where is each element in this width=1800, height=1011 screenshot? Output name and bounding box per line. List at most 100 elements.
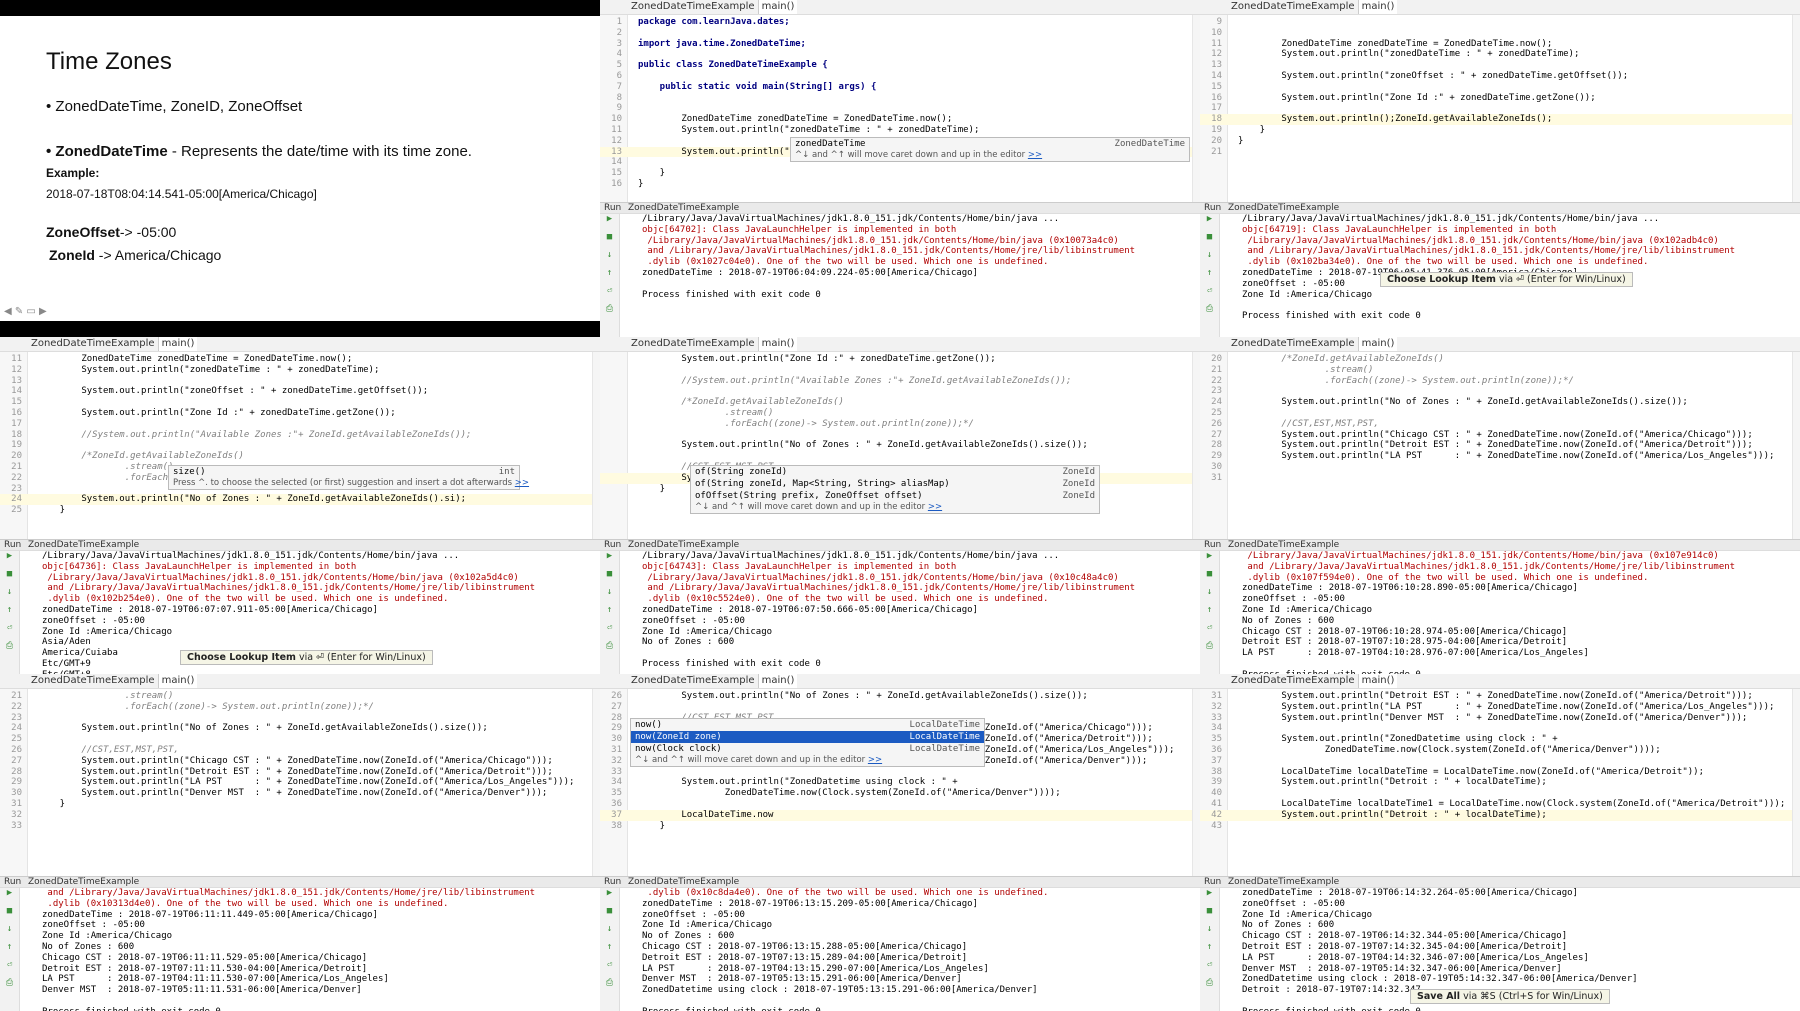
code-line[interactable]: 15 } — [600, 168, 1200, 179]
code-text[interactable]: System.out.println("Zone Id :" + zonedDa… — [1226, 93, 1595, 104]
code-line[interactable]: 31 — [1200, 473, 1800, 484]
code-text[interactable]: System.out.println("No of Zones : " + Zo… — [626, 440, 1087, 451]
code-line[interactable]: 20} — [1200, 136, 1800, 147]
run-action-icon[interactable]: ⏎ — [1200, 286, 1219, 304]
completion-hint-link[interactable]: >> — [1028, 150, 1042, 160]
code-line[interactable]: 27 System.out.println("Chicago CST : " +… — [1200, 430, 1800, 441]
code-line[interactable]: 33 — [600, 767, 1200, 778]
code-line[interactable] — [600, 451, 1200, 462]
editor-scrollbar[interactable] — [1192, 352, 1200, 539]
code-line[interactable]: 19 — [0, 440, 600, 451]
run-action-icon[interactable]: ⎙ — [1200, 641, 1219, 659]
file-tab[interactable]: ZonedDateTimeExample — [28, 674, 158, 688]
code-line[interactable]: 27 — [600, 702, 1200, 713]
code-line[interactable]: 24 System.out.println("No of Zones : " +… — [1200, 397, 1800, 408]
code-line[interactable]: 42 System.out.println("Detroit : " + loc… — [1200, 809, 1800, 821]
code-text[interactable]: } — [26, 799, 65, 810]
code-text[interactable]: System.out.println("Denver MST : " + Zon… — [26, 788, 547, 799]
code-text[interactable]: .forEach((zone)-> System.out.println(zon… — [626, 419, 974, 430]
code-line[interactable]: 18 System.out.println();ZoneId.getAvaila… — [1200, 114, 1800, 125]
run-tab-label[interactable]: Run — [1204, 540, 1228, 551]
run-action-icon[interactable]: ▶ — [600, 214, 619, 232]
code-line[interactable]: 38 LocalDateTime localDateTime = LocalDa… — [1200, 767, 1800, 778]
code-line[interactable]: 14 System.out.println("zoneOffset : " + … — [1200, 71, 1800, 82]
code-text[interactable]: .stream() — [26, 462, 174, 473]
completion-item[interactable]: zonedDateTime ZonedDateTime — [791, 138, 1189, 150]
code-line[interactable]: 2 — [600, 28, 1200, 39]
run-tab-label[interactable]: Run — [1204, 203, 1228, 214]
run-action-icon[interactable]: ■ — [0, 906, 19, 924]
code-line[interactable]: 12 System.out.println("zonedDateTime : "… — [1200, 49, 1800, 60]
run-config-name[interactable]: ZonedDateTimeExample — [1228, 877, 1339, 887]
code-line[interactable]: 21 — [1200, 147, 1800, 158]
run-action-icon[interactable]: ↓ — [600, 587, 619, 605]
code-line[interactable]: 12 System.out.println("zonedDateTime : "… — [0, 365, 600, 376]
run-action-icon[interactable]: ↓ — [1200, 924, 1219, 942]
code-text[interactable]: } — [626, 821, 665, 832]
code-text[interactable]: } — [26, 505, 65, 516]
run-config-name[interactable]: ZonedDateTimeExample — [628, 877, 739, 887]
code-text[interactable]: .stream() — [26, 691, 174, 702]
run-action-icon[interactable]: ⏎ — [1200, 960, 1219, 978]
code-line[interactable]: 7 public static void main(String[] args)… — [600, 82, 1200, 93]
run-config-name[interactable]: ZonedDateTimeExample — [28, 877, 139, 887]
run-config-name[interactable]: ZonedDateTimeExample — [1228, 540, 1339, 550]
code-text[interactable]: System.out.println("LA PST : " + ZonedDa… — [1226, 451, 1774, 462]
code-text[interactable]: } — [1226, 136, 1243, 147]
code-line[interactable]: 11 System.out.println("zonedDateTime : "… — [600, 125, 1200, 136]
editor-scrollbar[interactable] — [592, 689, 600, 876]
code-text[interactable]: System.out.println("LA PST : " + ZonedDa… — [1226, 702, 1774, 713]
run-action-icon[interactable]: ⎙ — [1200, 304, 1219, 322]
code-editor[interactable]: 1 package com.learnJava.dates; 2 3 import ja… — [600, 15, 1200, 202]
completion-hint-link[interactable]: >> — [515, 478, 529, 488]
completion-item[interactable]: of(String zoneId, Map<String, String> al… — [691, 478, 1099, 490]
run-action-icon[interactable]: ⏎ — [600, 960, 619, 978]
code-text[interactable]: //CST,EST,MST,PST, — [26, 745, 179, 756]
code-text[interactable]: System.out.println("zonedDateTime : " + … — [26, 365, 379, 376]
code-line[interactable]: 37 — [1200, 756, 1800, 767]
code-text[interactable]: LocalDateTime localDateTime = LocalDateT… — [1226, 767, 1704, 778]
completion-hint-link[interactable]: >> — [928, 502, 942, 512]
run-action-icon[interactable]: ⎙ — [600, 304, 619, 322]
run-action-icon[interactable]: ↑ — [1200, 605, 1219, 623]
code-line[interactable]: 29 System.out.println("LA PST : " + Zone… — [0, 777, 600, 788]
code-line[interactable]: 13 — [0, 376, 600, 387]
code-text[interactable]: package com.learnJava.dates; — [626, 17, 790, 28]
code-line[interactable]: 25 } — [0, 505, 600, 516]
run-config-name[interactable]: ZonedDateTimeExample — [1228, 203, 1339, 213]
run-action-icon[interactable]: ↑ — [600, 942, 619, 960]
code-line[interactable]: 30 System.out.println("Denver MST : " + … — [0, 788, 600, 799]
code-line[interactable]: 28 System.out.println("Detroit EST : " +… — [0, 767, 600, 778]
code-line[interactable]: 15 — [0, 397, 600, 408]
code-line[interactable]: System.out.println("No of Zones : " + Zo… — [600, 440, 1200, 451]
file-tab[interactable]: ZonedDateTimeExample — [1228, 674, 1358, 688]
completion-item[interactable]: now(ZoneId zone) LocalDateTime — [631, 731, 984, 743]
run-tab-label[interactable]: Run — [604, 877, 628, 888]
code-text[interactable]: System.out.println("zoneOffset : " + zon… — [26, 386, 428, 397]
code-line[interactable]: 27 System.out.println("Chicago CST : " +… — [0, 756, 600, 767]
run-action-icon[interactable]: ⎙ — [0, 641, 19, 659]
code-text[interactable]: //CST,EST,MST,PST, — [1226, 419, 1379, 430]
run-action-icon[interactable]: ↑ — [0, 605, 19, 623]
file-tab[interactable]: ZonedDateTimeExample — [1228, 0, 1358, 14]
code-line[interactable]: 3 import java.time.ZonedDateTime; — [600, 39, 1200, 50]
run-action-icon[interactable]: ▶ — [0, 551, 19, 569]
run-action-icon[interactable]: ▶ — [1200, 551, 1219, 569]
code-line[interactable]: 4 — [600, 49, 1200, 60]
run-action-icon[interactable]: ↓ — [1200, 250, 1219, 268]
code-text[interactable]: ZonedDateTime zonedDateTime = ZonedDateT… — [1226, 39, 1552, 50]
completion-item[interactable]: ofOffset(String prefix, ZoneOffset offse… — [691, 490, 1099, 502]
code-line[interactable]: 25 — [1200, 408, 1800, 419]
run-action-icon[interactable]: ■ — [0, 569, 19, 587]
file-tab[interactable]: ZonedDateTimeExample — [628, 674, 758, 688]
editor-scrollbar[interactable] — [592, 352, 600, 539]
code-text[interactable]: System.out.println("Detroit EST : " + Zo… — [1226, 440, 1752, 451]
code-line[interactable]: 26 //CST,EST,MST,PST, — [0, 745, 600, 756]
method-breadcrumb[interactable]: main() — [1357, 337, 1398, 351]
code-line[interactable]: 31 System.out.println("Detroit EST : " +… — [1200, 691, 1800, 702]
code-text[interactable]: System.out.println("zoneOffset : " + zon… — [1226, 71, 1628, 82]
code-line[interactable]: .stream() — [600, 408, 1200, 419]
code-text[interactable]: } — [626, 484, 665, 495]
code-editor[interactable]: 21 .stream() 22 .forEach((zone)-> System.… — [0, 689, 600, 876]
run-action-icon[interactable]: ↑ — [1200, 268, 1219, 286]
